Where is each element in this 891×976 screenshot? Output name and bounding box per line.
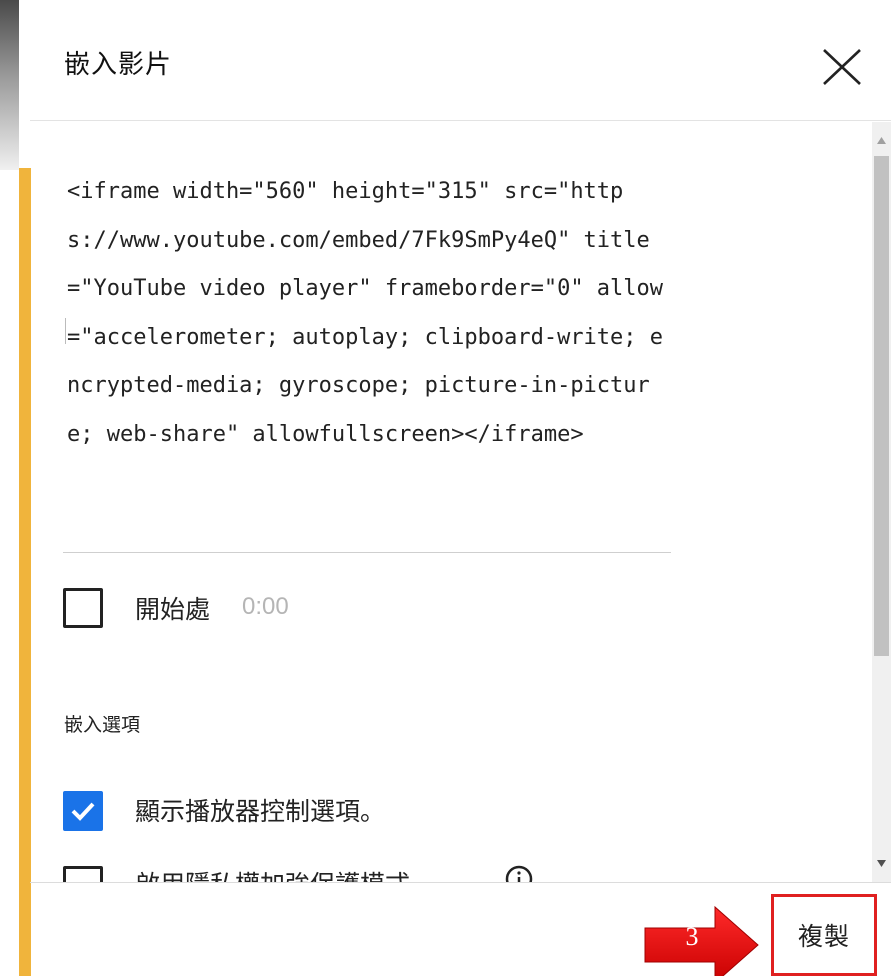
- annotation-step-number: 3: [685, 922, 699, 951]
- header-divider: [30, 120, 891, 121]
- close-button[interactable]: [820, 44, 864, 88]
- start-at-checkbox[interactable]: [63, 588, 103, 628]
- arrow-up-icon: [877, 137, 886, 144]
- scroll-up-button[interactable]: [872, 122, 891, 156]
- embed-options-heading: 嵌入選項: [64, 714, 141, 736]
- close-icon: [823, 49, 861, 85]
- copy-button[interactable]: 複製: [771, 894, 877, 976]
- footer-divider: [30, 882, 891, 883]
- dialog-scroll-area[interactable]: <iframe width="560" height="315" src="ht…: [30, 122, 872, 882]
- background-edge-light: [0, 170, 19, 976]
- dialog-title: 嵌入影片: [64, 50, 173, 80]
- arrow-down-icon: [877, 860, 886, 867]
- text-cursor: [65, 318, 66, 344]
- embed-video-dialog: 嵌入影片 <iframe width="560" height="315" sr…: [0, 0, 891, 976]
- info-icon[interactable]: [504, 864, 534, 882]
- checkmark-icon: [71, 802, 95, 821]
- embed-code-underline: [63, 552, 671, 553]
- privacy-mode-checkbox[interactable]: [63, 866, 103, 882]
- privacy-mode-label: 啟用隱私權加強保護模式。: [135, 865, 435, 882]
- start-at-time[interactable]: 0:00: [242, 593, 289, 621]
- start-at-label: 開始處: [135, 595, 211, 624]
- show-controls-label: 顯示播放器控制選項。: [135, 797, 386, 826]
- background-edge-dark: [0, 0, 19, 170]
- scrollbar-thumb[interactable]: [874, 156, 889, 656]
- show-controls-checkbox[interactable]: [63, 791, 103, 831]
- embed-code-textarea[interactable]: <iframe width="560" height="315" src="ht…: [67, 168, 671, 460]
- vertical-scrollbar[interactable]: [872, 122, 891, 882]
- scroll-down-button[interactable]: [872, 848, 891, 882]
